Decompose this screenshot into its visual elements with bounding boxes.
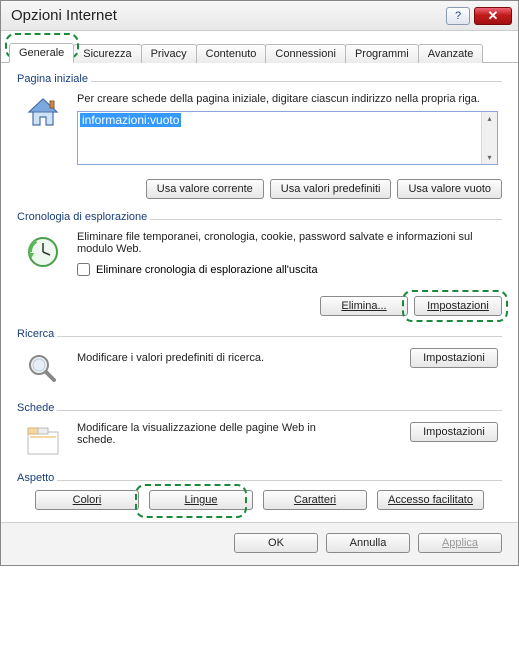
group-tabs: Schede Modificare la visualizzazione del… (17, 402, 502, 464)
tab-privacy[interactable]: Privacy (141, 44, 197, 63)
magnifier-icon (21, 348, 65, 388)
tabs-icon (21, 422, 65, 458)
tab-general[interactable]: Generale (9, 43, 74, 63)
tab-advanced[interactable]: Avanzate (418, 44, 484, 63)
history-settings-button[interactable]: Impostazioni (414, 296, 502, 316)
accessibility-button[interactable]: Accesso facilitato (377, 490, 484, 510)
scroll-down-icon[interactable]: ▾ (487, 151, 491, 164)
group-history: Cronologia di esplorazione Eliminare fil… (17, 211, 502, 316)
homepage-textarea[interactable]: informazioni:vuoto ▴ ▾ (77, 111, 498, 165)
tabs-instruction: Modificare la visualizzazione delle pagi… (77, 422, 337, 446)
group-homepage: Pagina iniziale Per creare schede della … (17, 73, 502, 199)
window-title: Opzioni Internet (11, 7, 442, 24)
scroll-up-icon[interactable]: ▴ (487, 112, 491, 125)
languages-button[interactable]: Lingue (149, 490, 253, 510)
ok-button[interactable]: OK (234, 533, 318, 553)
clock-icon (21, 231, 65, 271)
apply-button: Applica (418, 533, 502, 553)
homepage-instruction: Per creare schede della pagina iniziale,… (77, 93, 498, 105)
dialog-footer: OK Annulla Applica (1, 522, 518, 565)
search-settings-button[interactable]: Impostazioni (410, 348, 498, 368)
cancel-button[interactable]: Annulla (326, 533, 410, 553)
use-current-button[interactable]: Usa valore corrente (146, 179, 264, 199)
help-button[interactable]: ? (446, 7, 470, 25)
use-default-button[interactable]: Usa valori predefiniti (270, 179, 392, 199)
group-appearance: Aspetto Colori Lingue Caratteri Accesso … (17, 472, 502, 510)
delete-on-exit-row[interactable]: Eliminare cronologia di esplorazione all… (77, 263, 498, 276)
tab-connections[interactable]: Connessioni (265, 44, 346, 63)
tab-programs[interactable]: Programmi (345, 44, 419, 63)
titlebar: Opzioni Internet ? ✕ (1, 1, 518, 31)
scrollbar[interactable]: ▴ ▾ (481, 112, 497, 164)
tab-security[interactable]: Sicurezza (73, 44, 141, 63)
internet-options-dialog: Opzioni Internet ? ✕ Generale Sicurezza … (0, 0, 519, 566)
history-instruction: Eliminare file temporanei, cronologia, c… (77, 231, 498, 255)
tabs-settings-button[interactable]: Impostazioni (410, 422, 498, 442)
group-search: Ricerca Modificare i valori predefiniti … (17, 328, 502, 394)
home-icon (21, 93, 65, 133)
tab-panel-general: Pagina iniziale Per creare schede della … (1, 63, 518, 522)
close-button[interactable]: ✕ (474, 7, 512, 25)
delete-on-exit-label: Eliminare cronologia di esplorazione all… (96, 264, 318, 276)
homepage-value: informazioni:vuoto (80, 113, 181, 127)
tab-strip: Generale Sicurezza Privacy Contenuto Con… (1, 31, 518, 63)
group-history-legend: Cronologia di esplorazione (17, 211, 150, 223)
search-instruction: Modificare i valori predefiniti di ricer… (77, 352, 264, 364)
group-tabs-legend: Schede (17, 402, 57, 414)
group-search-legend: Ricerca (17, 328, 57, 340)
delete-on-exit-checkbox[interactable] (77, 263, 90, 276)
tab-content[interactable]: Contenuto (196, 44, 267, 63)
group-appearance-legend: Aspetto (17, 472, 57, 484)
use-blank-button[interactable]: Usa valore vuoto (397, 179, 502, 199)
fonts-button[interactable]: Caratteri (263, 490, 367, 510)
colors-button[interactable]: Colori (35, 490, 139, 510)
group-homepage-legend: Pagina iniziale (17, 73, 91, 85)
history-delete-button[interactable]: Elimina... (320, 296, 408, 316)
